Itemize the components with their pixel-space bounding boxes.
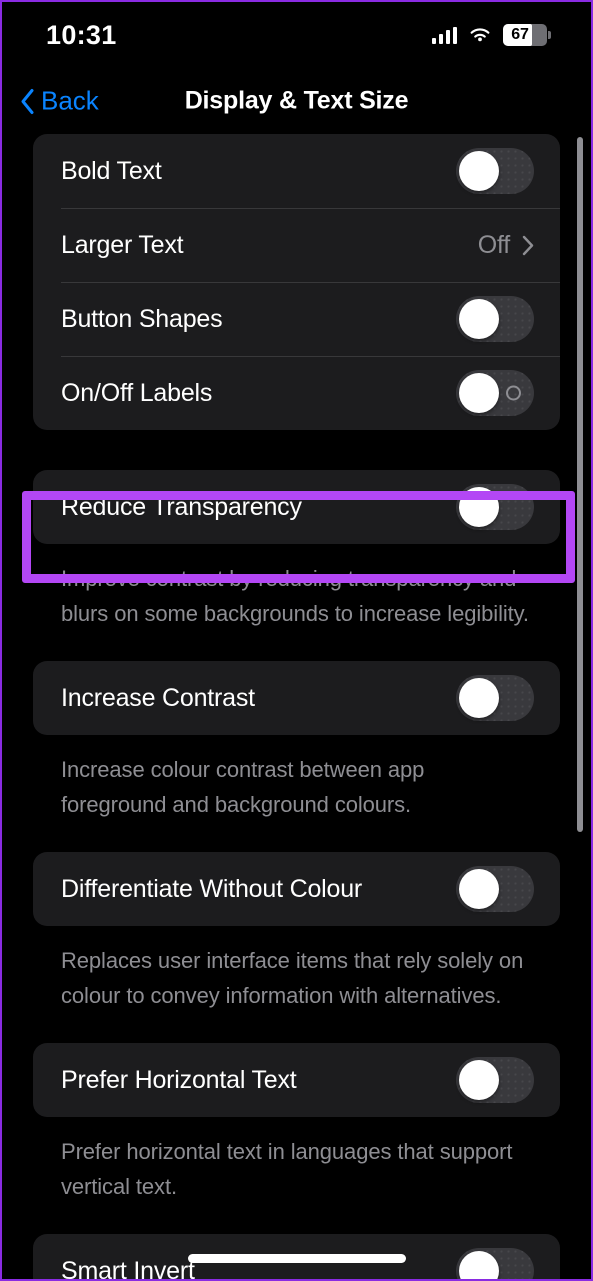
settings-group-increase-contrast: Increase Contrast bbox=[33, 661, 560, 735]
toggle-increase-contrast[interactable] bbox=[456, 675, 534, 721]
row-prefer-horizontal-text[interactable]: Prefer Horizontal Text bbox=[33, 1043, 560, 1117]
page-title: Display & Text Size bbox=[184, 86, 409, 115]
description-reduce-transparency: Improve contrast by reducing transparenc… bbox=[61, 566, 529, 626]
toggle-smart-invert[interactable] bbox=[456, 1248, 534, 1279]
battery-percent: 67 bbox=[511, 26, 529, 43]
vertical-scrollbar[interactable] bbox=[577, 137, 583, 832]
row-label: Differentiate Without Colour bbox=[61, 874, 363, 903]
row-increase-contrast[interactable]: Increase Contrast bbox=[33, 661, 560, 735]
row-button-shapes[interactable]: Button Shapes bbox=[33, 282, 560, 356]
row-label: Bold Text bbox=[61, 156, 162, 185]
description-increase-contrast: Increase colour contrast between app for… bbox=[61, 757, 425, 817]
row-bold-text[interactable]: Bold Text bbox=[33, 134, 560, 208]
settings-group-reduce-transparency: Reduce Transparency bbox=[33, 470, 560, 544]
toggle-button-shapes[interactable] bbox=[456, 296, 534, 342]
settings-group-prefer-horizontal-text: Prefer Horizontal Text bbox=[33, 1043, 560, 1117]
row-label: Prefer Horizontal Text bbox=[61, 1065, 297, 1094]
row-label: Reduce Transparency bbox=[61, 492, 302, 521]
description-prefer-horizontal-text: Prefer horizontal text in languages that… bbox=[61, 1139, 513, 1199]
toggle-on-off-labels[interactable] bbox=[456, 370, 534, 416]
toggle-reduce-transparency[interactable] bbox=[456, 484, 534, 530]
row-differentiate-without-colour[interactable]: Differentiate Without Colour bbox=[33, 852, 560, 926]
toggle-bold-text[interactable] bbox=[456, 148, 534, 194]
settings-scroll-area[interactable]: Bold Text Larger Text Off Button Shapes … bbox=[2, 134, 591, 1279]
row-value: Off bbox=[477, 230, 510, 259]
toggle-differentiate-without-colour[interactable] bbox=[456, 866, 534, 912]
status-indicators: 67 bbox=[431, 24, 551, 46]
row-label: On/Off Labels bbox=[61, 378, 213, 407]
row-larger-text[interactable]: Larger Text Off bbox=[33, 208, 560, 282]
row-label: Button Shapes bbox=[61, 304, 223, 333]
description-differentiate-without-colour: Replaces user interface items that rely … bbox=[61, 948, 524, 1008]
battery-icon: 67 bbox=[503, 24, 551, 46]
circle-o-glyph bbox=[506, 385, 521, 401]
cellular-bars-icon bbox=[431, 26, 457, 44]
row-label: Larger Text bbox=[61, 230, 184, 259]
settings-group-differentiate-without-colour: Differentiate Without Colour bbox=[33, 852, 560, 926]
navigation-bar: Back Display & Text Size bbox=[2, 68, 591, 134]
wifi-icon bbox=[468, 26, 492, 44]
row-label: Increase Contrast bbox=[61, 683, 255, 712]
home-indicator bbox=[187, 1254, 406, 1263]
toggle-prefer-horizontal-text[interactable] bbox=[456, 1057, 534, 1103]
row-on-off-labels[interactable]: On/Off Labels bbox=[33, 356, 560, 430]
phone-screen: 10:31 67 Back Display & Text Size Bold T… bbox=[2, 2, 591, 1279]
status-time: 10:31 bbox=[46, 19, 117, 50]
status-bar: 10:31 67 bbox=[2, 2, 591, 68]
chevron-right-icon bbox=[522, 235, 534, 256]
settings-group-display: Bold Text Larger Text Off Button Shapes … bbox=[33, 134, 560, 430]
row-reduce-transparency[interactable]: Reduce Transparency bbox=[33, 470, 560, 544]
